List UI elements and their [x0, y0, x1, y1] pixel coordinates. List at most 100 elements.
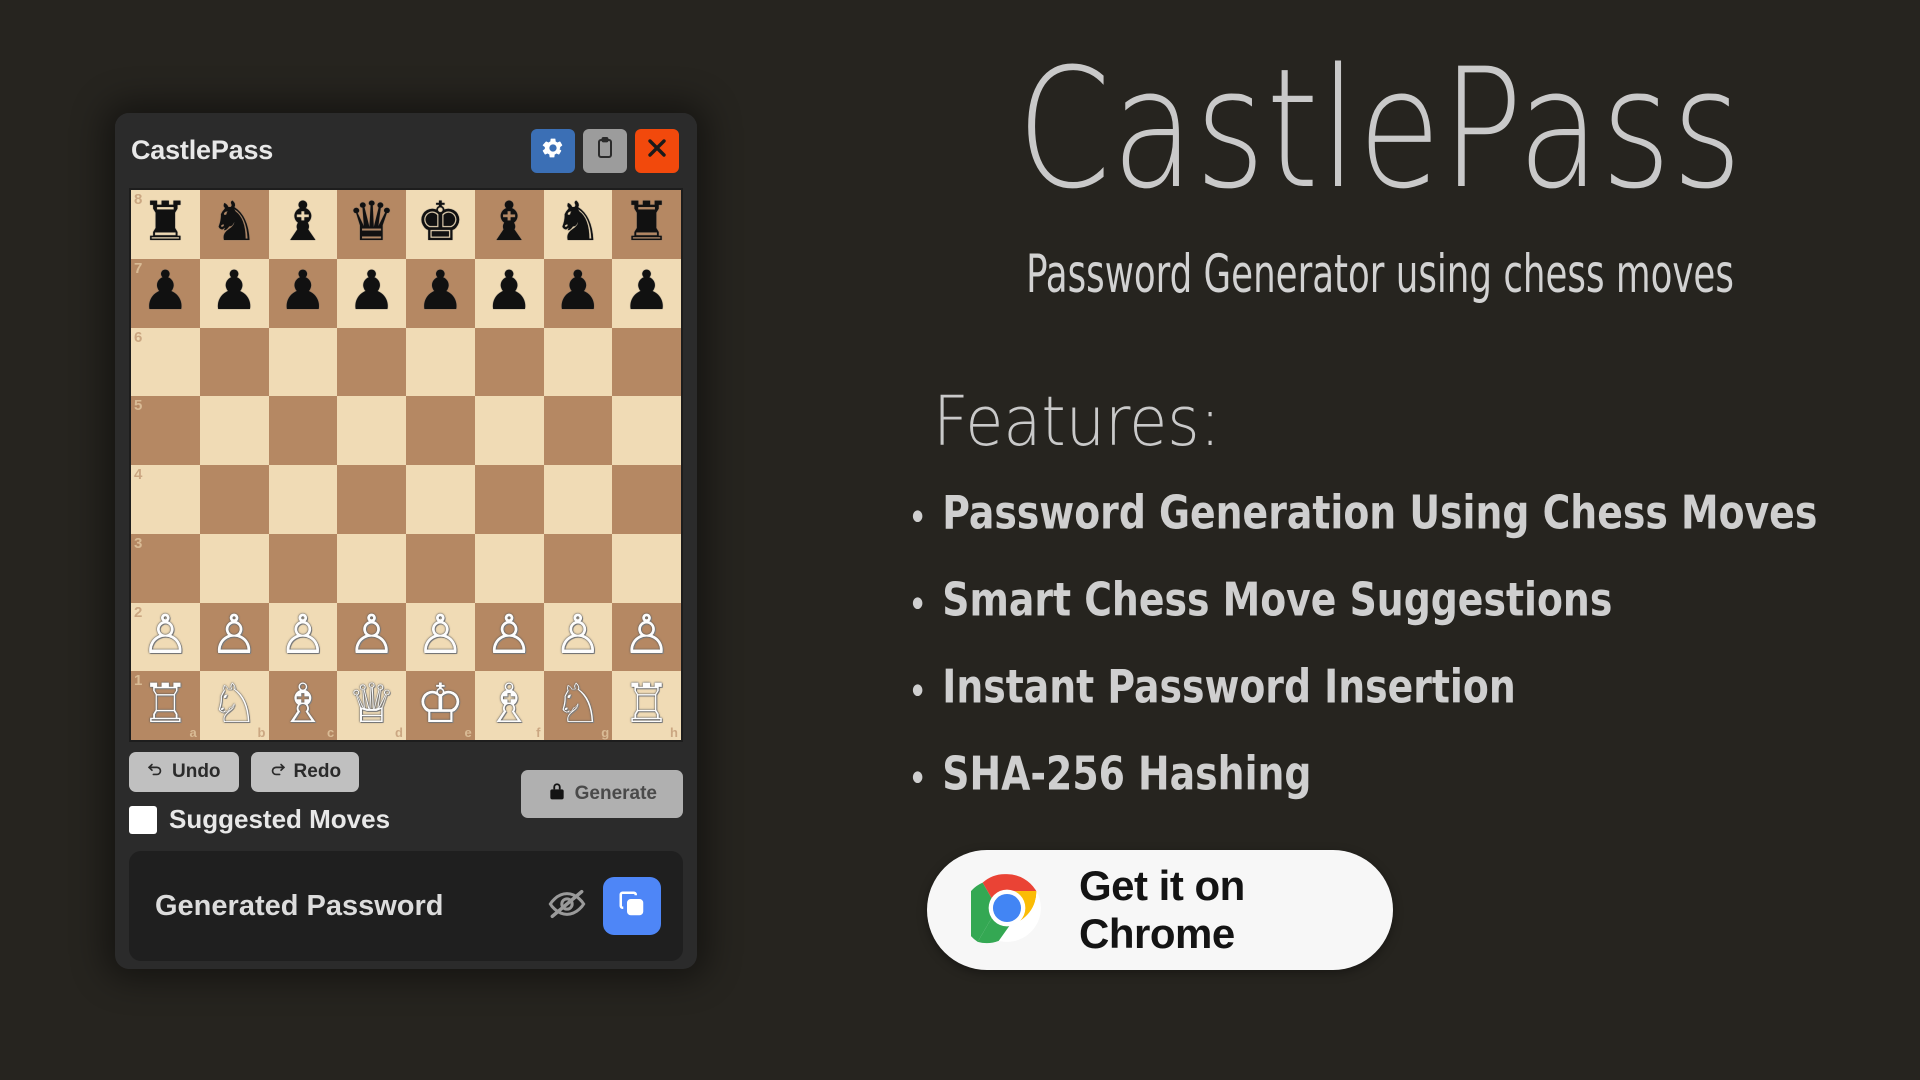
chess-piece-P[interactable]: ♙: [347, 608, 395, 662]
board-square-e3[interactable]: [406, 533, 475, 603]
board-square-h2[interactable]: ♙: [612, 602, 681, 672]
chess-piece-B[interactable]: ♗: [485, 677, 533, 731]
undo-button[interactable]: Undo: [129, 752, 239, 792]
board-square-e6[interactable]: [406, 327, 475, 397]
board-square-b4[interactable]: [199, 465, 269, 534]
chess-piece-p[interactable]: ♟: [210, 264, 258, 318]
toggle-password-visibility-button[interactable]: [547, 884, 587, 929]
chess-piece-P[interactable]: ♙: [210, 608, 258, 662]
chess-piece-P[interactable]: ♙: [622, 608, 670, 662]
chess-piece-r[interactable]: ♜: [622, 195, 670, 249]
generate-button[interactable]: Generate: [520, 770, 683, 818]
board-square-d4[interactable]: [337, 465, 406, 534]
board-square-g8[interactable]: ♞: [543, 190, 613, 259]
board-square-g6[interactable]: [543, 327, 613, 397]
board-square-f3[interactable]: [474, 533, 544, 603]
board-square-d2[interactable]: ♙: [337, 602, 406, 672]
chess-piece-p[interactable]: ♟: [485, 264, 533, 318]
board-square-a1[interactable]: 1 a ♖: [131, 671, 200, 740]
board-square-d7[interactable]: ♟: [337, 258, 406, 328]
board-square-f5[interactable]: [474, 396, 544, 465]
board-square-g1[interactable]: g ♘: [543, 671, 613, 740]
copy-password-button[interactable]: [603, 877, 661, 935]
chess-piece-p[interactable]: ♟: [416, 264, 464, 318]
chess-piece-B[interactable]: ♗: [279, 677, 327, 731]
board-square-h3[interactable]: [612, 533, 681, 603]
board-square-h8[interactable]: ♜: [612, 190, 681, 259]
board-square-g3[interactable]: [543, 533, 613, 603]
chess-piece-P[interactable]: ♙: [554, 608, 602, 662]
board-square-a4[interactable]: 4: [131, 465, 200, 534]
board-square-c6[interactable]: [268, 327, 338, 397]
board-square-c4[interactable]: [268, 465, 338, 534]
board-square-f2[interactable]: ♙: [474, 602, 544, 672]
chess-piece-P[interactable]: ♙: [279, 608, 327, 662]
board-square-b5[interactable]: [199, 396, 269, 465]
board-square-e1[interactable]: e ♔: [406, 671, 475, 740]
board-square-e4[interactable]: [406, 465, 475, 534]
generated-password-field[interactable]: Generated Password: [155, 890, 547, 923]
board-square-h7[interactable]: ♟: [612, 258, 681, 328]
board-square-d3[interactable]: [337, 533, 406, 603]
board-square-a7[interactable]: 7 ♟: [131, 258, 200, 328]
board-square-f1[interactable]: f ♗: [474, 671, 544, 740]
chess-piece-R[interactable]: ♖: [141, 677, 189, 731]
board-square-d1[interactable]: d ♕: [337, 671, 406, 740]
board-square-f6[interactable]: [474, 327, 544, 397]
board-square-b7[interactable]: ♟: [199, 258, 269, 328]
board-square-b6[interactable]: [199, 327, 269, 397]
board-square-g5[interactable]: [543, 396, 613, 465]
chess-piece-Q[interactable]: ♕: [347, 677, 395, 731]
board-square-c3[interactable]: [268, 533, 338, 603]
board-square-b2[interactable]: ♙: [199, 602, 269, 672]
redo-button[interactable]: Redo: [250, 752, 360, 792]
board-square-g7[interactable]: ♟: [543, 258, 613, 328]
chess-piece-p[interactable]: ♟: [622, 264, 670, 318]
chess-piece-P[interactable]: ♙: [141, 608, 189, 662]
board-square-c8[interactable]: ♝: [268, 190, 338, 259]
board-square-f7[interactable]: ♟: [474, 258, 544, 328]
board-square-g2[interactable]: ♙: [543, 602, 613, 672]
chess-piece-N[interactable]: ♘: [210, 677, 258, 731]
close-button[interactable]: [635, 128, 679, 173]
chess-piece-N[interactable]: ♘: [554, 677, 602, 731]
chess-piece-n[interactable]: ♞: [554, 195, 602, 249]
board-square-f8[interactable]: ♝: [474, 190, 544, 259]
board-square-e5[interactable]: [406, 396, 475, 465]
chess-piece-r[interactable]: ♜: [141, 195, 189, 249]
board-square-h1[interactable]: h ♖: [612, 671, 681, 740]
chess-piece-K[interactable]: ♔: [416, 677, 464, 731]
board-square-h5[interactable]: [612, 396, 681, 465]
board-square-d6[interactable]: [337, 327, 406, 397]
chess-piece-p[interactable]: ♟: [279, 264, 327, 318]
board-square-a6[interactable]: 6: [131, 327, 200, 397]
chess-piece-k[interactable]: ♚: [416, 195, 464, 249]
board-square-c5[interactable]: [268, 396, 338, 465]
suggested-moves-checkbox[interactable]: [129, 805, 157, 834]
board-square-d5[interactable]: [337, 396, 406, 465]
board-square-e7[interactable]: ♟: [406, 258, 475, 328]
board-square-c1[interactable]: c ♗: [268, 671, 338, 740]
chess-piece-p[interactable]: ♟: [141, 264, 189, 318]
board-square-h6[interactable]: [612, 327, 681, 397]
board-square-g4[interactable]: [543, 465, 613, 534]
board-square-b3[interactable]: [199, 533, 269, 603]
chess-piece-p[interactable]: ♟: [347, 264, 395, 318]
board-square-f4[interactable]: [474, 465, 544, 534]
chess-piece-b[interactable]: ♝: [279, 195, 327, 249]
board-square-a8[interactable]: 8 ♜: [131, 190, 200, 259]
chess-piece-q[interactable]: ♛: [347, 195, 395, 249]
get-it-on-chrome-button[interactable]: Get it on Chrome: [927, 850, 1393, 970]
board-square-a3[interactable]: 3: [131, 533, 200, 603]
board-square-h4[interactable]: [612, 465, 681, 534]
board-square-a2[interactable]: 2 ♙: [131, 602, 200, 672]
chess-piece-R[interactable]: ♖: [622, 677, 670, 731]
chess-piece-P[interactable]: ♙: [485, 608, 533, 662]
chess-piece-P[interactable]: ♙: [416, 608, 464, 662]
board-square-d8[interactable]: ♛: [337, 190, 406, 259]
chess-piece-b[interactable]: ♝: [485, 195, 533, 249]
board-square-c2[interactable]: ♙: [268, 602, 338, 672]
board-square-a5[interactable]: 5: [131, 396, 200, 465]
chessboard[interactable]: 8 ♜ ♞ ♝ ♛ ♚ ♝ ♞ ♜ 7 ♟ ♟ ♟ ♟ ♟ ♟ ♟ ♟ 6 5 4 3 2 ♙ ♙ ♙ ♙ ♙ ♙ ♙ ♙ 1 a ♖ b ♘ c ♗ d ♕…: [129, 188, 683, 742]
board-square-b8[interactable]: ♞: [199, 190, 269, 259]
